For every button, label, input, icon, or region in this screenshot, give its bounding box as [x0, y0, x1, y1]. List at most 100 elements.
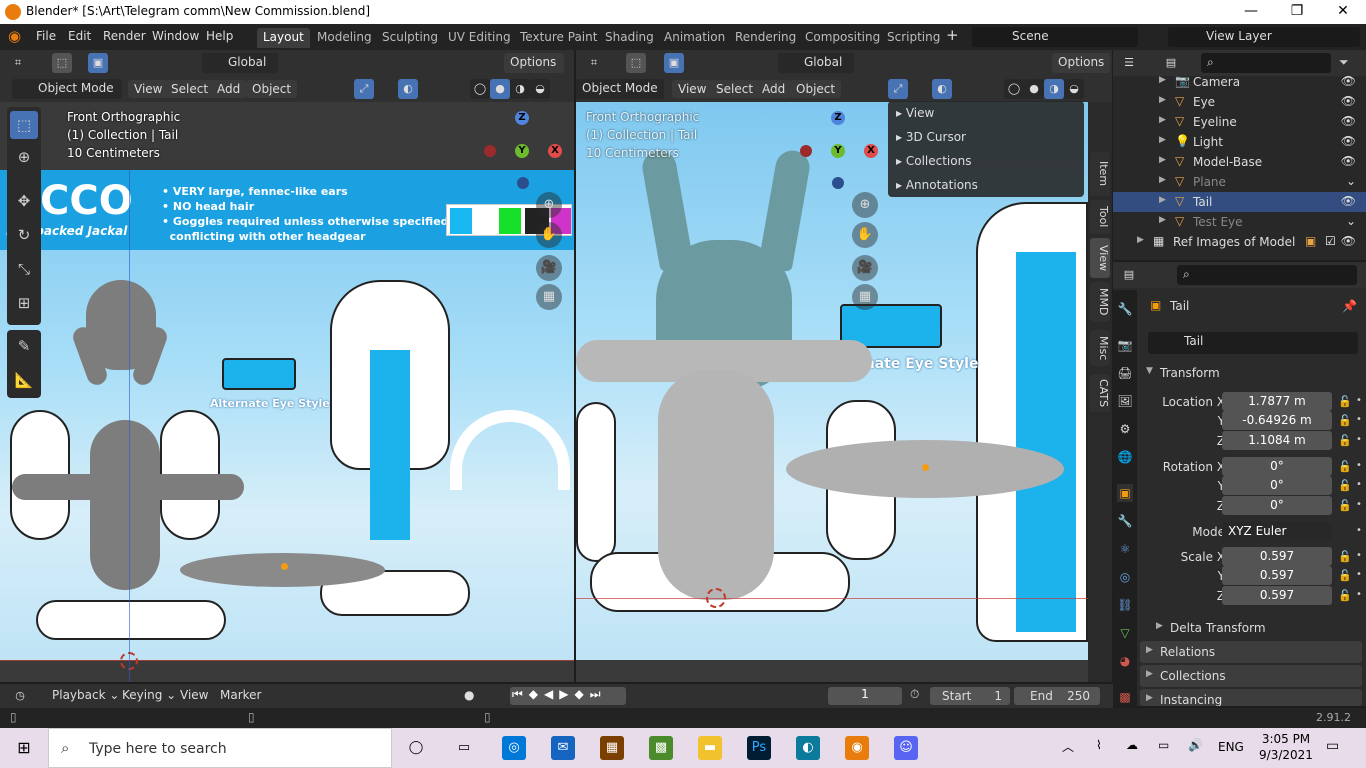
tab-uv-editing[interactable]: UV Editing: [442, 28, 517, 48]
outliner-search-input[interactable]: ⌕: [1201, 53, 1331, 73]
playback-controls[interactable]: ⏮◆◀▶◆⏭: [510, 687, 626, 705]
volume-icon[interactable]: 🔊: [1188, 738, 1203, 752]
playback-menu[interactable]: Playback ⌄: [46, 686, 125, 704]
timeline-type-icon[interactable]: ◷: [10, 686, 30, 706]
store-app-icon[interactable]: ◎: [502, 736, 526, 760]
transform-tool-icon[interactable]: ⊞: [10, 289, 38, 317]
tab-item[interactable]: Item: [1090, 152, 1110, 196]
task-view-icon[interactable]: ▭: [452, 736, 476, 760]
constraints-tab-icon[interactable]: ⛓: [1117, 596, 1133, 614]
object-datablock-field[interactable]: Tail: [1148, 332, 1358, 354]
wireframe-shading-icon[interactable]: ◯: [470, 79, 490, 99]
axis-z-icon[interactable]: Z: [515, 111, 529, 125]
tab-tool[interactable]: Tool: [1090, 200, 1110, 234]
tab-rendering[interactable]: Rendering: [729, 28, 802, 48]
scene-selector[interactable]: Scene: [972, 27, 1138, 47]
view-layer-tab-icon[interactable]: 🖼: [1117, 392, 1133, 410]
move-tool-icon[interactable]: ✥: [10, 187, 38, 215]
properties-type-icon[interactable]: ▤: [1119, 265, 1139, 285]
rotation-z-field[interactable]: 0°: [1222, 496, 1332, 515]
language-indicator[interactable]: ENG: [1218, 740, 1244, 754]
visibility-eye-icon[interactable]: ⌄: [1346, 214, 1356, 228]
discord-icon[interactable]: ☺: [894, 736, 918, 760]
collections-panel[interactable]: ▶ Collections: [1140, 665, 1362, 687]
select-mode-icon[interactable]: ▣: [664, 53, 684, 73]
axis-neg-z-icon[interactable]: [517, 177, 529, 189]
network-icon[interactable]: ⌇: [1096, 738, 1102, 752]
menu-select[interactable]: Select: [165, 80, 215, 98]
keying-menu[interactable]: Keying ⌄: [116, 686, 182, 704]
minimize-button[interactable]: —: [1228, 0, 1274, 24]
scale-z-field[interactable]: 0.597: [1222, 586, 1332, 605]
overlay-toggle-icon[interactable]: ◐: [932, 79, 952, 99]
tab-sculpting[interactable]: Sculpting: [376, 28, 444, 48]
visibility-eye-icon[interactable]: 👁: [1341, 154, 1356, 168]
notifications-icon[interactable]: ▭: [1326, 738, 1339, 754]
visibility-eye-icon[interactable]: 👁: [1341, 74, 1356, 88]
windows-start-icon[interactable]: ⊞: [12, 736, 36, 760]
outliner-type-icon[interactable]: ☰: [1119, 53, 1139, 73]
editor-type-icon[interactable]: ⌗: [8, 53, 28, 73]
outliner-row[interactable]: ▶ 💡 Light 👁: [1113, 132, 1366, 152]
menu-select[interactable]: Select: [710, 80, 760, 98]
rotation-mode-dropdown[interactable]: XYZ Euler: [1222, 522, 1332, 541]
tab-misc[interactable]: Misc: [1090, 330, 1110, 366]
axis-neg-x-icon[interactable]: [800, 145, 812, 157]
rendered-shading-icon[interactable]: ◒: [530, 79, 550, 99]
pin-icon[interactable]: 📌: [1342, 299, 1357, 313]
photoshop-icon[interactable]: Ps: [747, 736, 771, 760]
tab-modeling[interactable]: Modeling: [311, 28, 378, 48]
solid-shading-icon[interactable]: ●: [490, 79, 510, 99]
rotation-y-field[interactable]: 0°: [1222, 476, 1332, 495]
output-tab-icon[interactable]: 🖨: [1117, 364, 1133, 382]
npanel-view[interactable]: ▸ View: [896, 106, 934, 120]
menu-edit[interactable]: Edit: [68, 29, 91, 43]
axis-x-icon[interactable]: X: [548, 144, 562, 158]
auto-key-icon[interactable]: ●: [464, 688, 474, 702]
zoom-icon[interactable]: ⊕: [536, 192, 562, 218]
edge-icon[interactable]: ◐: [796, 736, 820, 760]
scale-x-field[interactable]: 0.597: [1222, 547, 1332, 566]
microsoft-store-icon[interactable]: ▦: [600, 736, 624, 760]
camera-view-icon[interactable]: 🎥: [536, 255, 562, 281]
clock-time[interactable]: 3:05 PM: [1258, 732, 1314, 746]
cursor-tool-icon[interactable]: ⊕: [10, 143, 38, 171]
menu-object[interactable]: Object: [790, 80, 842, 98]
instancing-panel[interactable]: ▶ Instancing: [1140, 689, 1362, 706]
world-tab-icon[interactable]: 🌐: [1117, 448, 1133, 466]
material-shading-icon[interactable]: ◑: [510, 79, 530, 99]
tab-cats[interactable]: CATS: [1090, 374, 1110, 412]
tab-scripting[interactable]: Scripting: [881, 28, 946, 48]
pan-hand-icon[interactable]: ✋: [852, 222, 878, 248]
axis-x-icon[interactable]: X: [864, 144, 878, 158]
menu-window[interactable]: Window: [152, 29, 199, 43]
tray-chevron-icon[interactable]: ︿: [1062, 738, 1074, 755]
location-y-field[interactable]: -0.64926 m: [1222, 411, 1332, 430]
mail-icon[interactable]: ✉: [551, 736, 575, 760]
select-box-tool-icon[interactable]: ⬚: [10, 111, 38, 139]
blender-taskbar-icon[interactable]: ◉: [845, 736, 869, 760]
menu-help[interactable]: Help: [206, 29, 233, 43]
object-mode-dropdown[interactable]: Object Mode: [12, 79, 122, 99]
blender-menu-icon[interactable]: ◉: [8, 27, 21, 45]
scale-tool-icon[interactable]: ⤡: [10, 255, 38, 283]
tab-layout[interactable]: Layout: [257, 28, 310, 48]
tail-object[interactable]: [180, 553, 385, 587]
start-frame-field[interactable]: Start 1: [930, 687, 1010, 705]
display-mode-icon[interactable]: ▤: [1161, 53, 1181, 73]
measure-tool-icon[interactable]: 📐: [10, 366, 38, 394]
properties-search-input[interactable]: ⌕: [1177, 265, 1357, 285]
overlay-toggle-icon[interactable]: ◐: [398, 79, 418, 99]
select-tool-icon[interactable]: ⬚: [626, 53, 646, 73]
onedrive-icon[interactable]: ☁: [1126, 738, 1138, 752]
transform-orientation-dropdown[interactable]: Global: [778, 53, 854, 73]
view-layer-selector[interactable]: View Layer: [1168, 27, 1360, 47]
particles-tab-icon[interactable]: ⚛: [1117, 540, 1133, 558]
pan-hand-icon[interactable]: ✋: [536, 222, 562, 248]
menu-add[interactable]: Add: [756, 80, 792, 98]
tab-mmd[interactable]: MMD: [1090, 282, 1110, 322]
outliner-row[interactable]: ▶ ▽ Eyeline 👁: [1113, 112, 1366, 132]
location-z-field[interactable]: 1.1084 m: [1222, 431, 1332, 450]
transform-panel-header[interactable]: ▼ Transform: [1140, 362, 1362, 384]
outliner-row[interactable]: ▶ 📷 Camera 👁: [1113, 72, 1366, 92]
